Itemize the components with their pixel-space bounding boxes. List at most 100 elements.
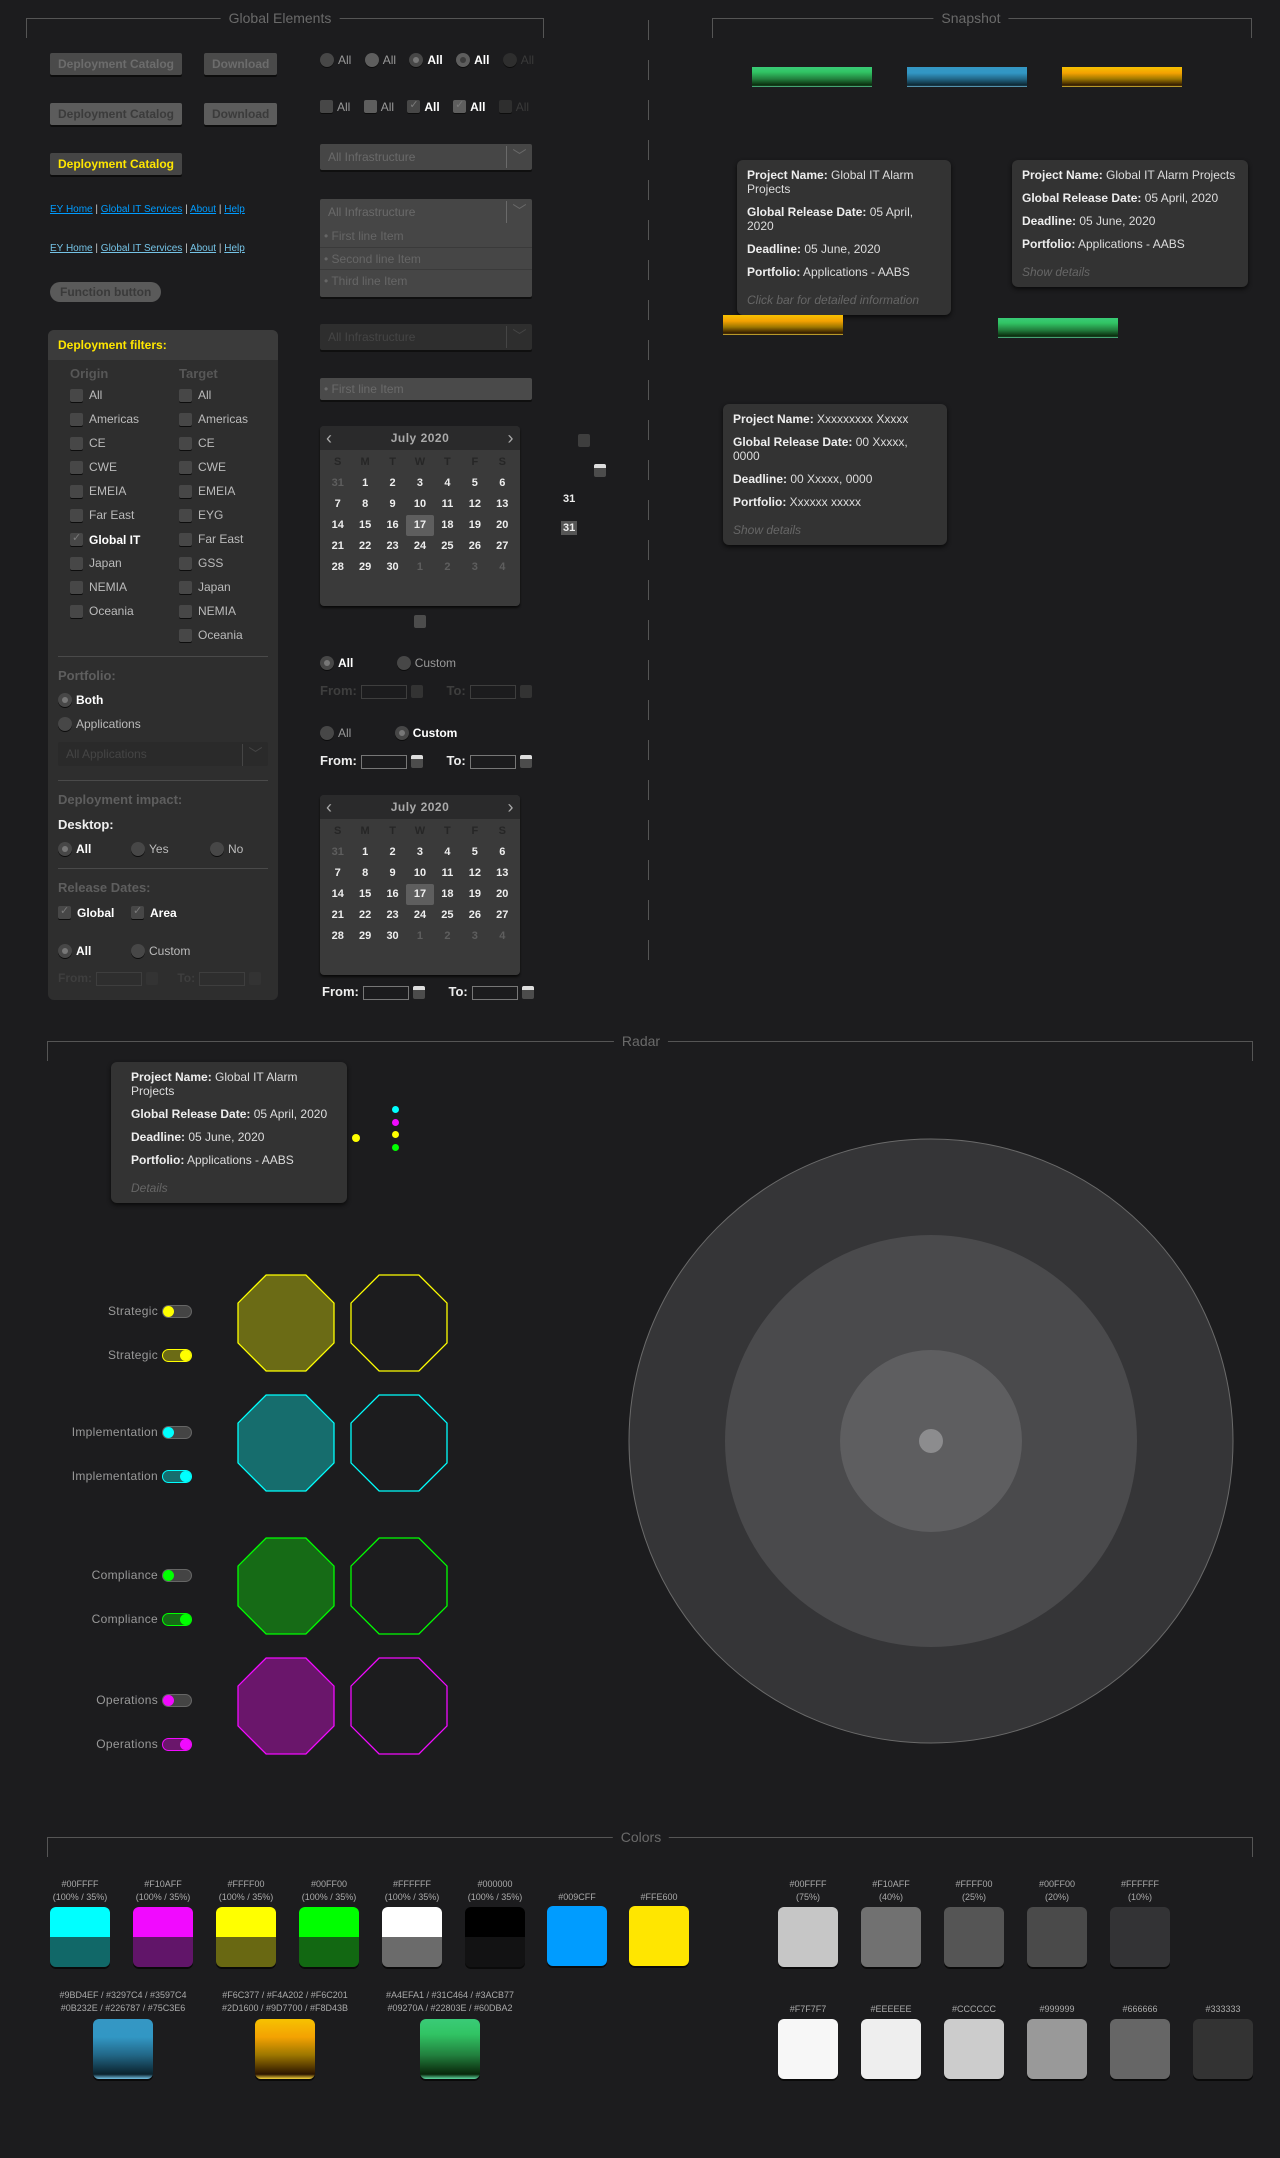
checkbox[interactable] xyxy=(179,557,192,571)
checkbox[interactable] xyxy=(179,533,192,547)
deployment-catalog-button-active[interactable]: Deployment Catalog xyxy=(50,153,183,175)
details-link[interactable]: Details xyxy=(131,1181,337,1195)
toggle-compliance-on[interactable]: Compliance xyxy=(92,1612,192,1627)
calendar-day[interactable]: 8 xyxy=(351,494,378,515)
calendar-day[interactable]: 18 xyxy=(434,515,461,536)
octagon-implementation-filled[interactable] xyxy=(237,1394,335,1492)
filter-option-target[interactable]: Americas xyxy=(179,412,248,427)
calendar-icon-hover[interactable] xyxy=(593,464,606,478)
toggle-implementation-off[interactable]: Implementation xyxy=(72,1425,192,1440)
calendar-day[interactable]: 5 xyxy=(461,473,488,494)
checkbox[interactable] xyxy=(179,605,192,619)
filter-option-target[interactable]: NEMIA xyxy=(179,604,236,619)
calendar-day[interactable]: 24 xyxy=(406,905,433,926)
calendar-day[interactable]: 26 xyxy=(461,905,488,926)
chevron-down-icon[interactable]: ﹀ xyxy=(506,326,532,348)
octagon-operations-filled[interactable] xyxy=(237,1657,335,1755)
checkbox[interactable] xyxy=(70,531,83,547)
infrastructure-dropdown-disabled[interactable]: All Infrastructure ﹀ xyxy=(320,324,532,350)
calendar-day[interactable]: 25 xyxy=(434,536,461,557)
calendar-day[interactable]: 27 xyxy=(489,536,516,557)
calendar-day[interactable]: 19 xyxy=(461,515,488,536)
calendar-picker-open[interactable]: ‹ July 2020 › S M T W T F S 31 1 2 3 4 5 6 7 8 9 10 11 12 13… xyxy=(320,795,520,975)
release-check-area[interactable]: Area xyxy=(131,904,187,920)
filter-option-target[interactable]: CE xyxy=(179,436,215,451)
calendar-day[interactable]: 12 xyxy=(461,494,488,515)
checkbox[interactable] xyxy=(70,461,83,475)
show-details-link[interactable]: Show details xyxy=(733,523,937,537)
checkbox[interactable] xyxy=(179,389,192,403)
calendar-day[interactable]: 23 xyxy=(379,905,406,926)
calendar-day[interactable]: 7 xyxy=(324,494,351,515)
link-ey-home-hover[interactable]: EY Home xyxy=(50,243,93,254)
calendar-day[interactable]: 1 xyxy=(351,842,378,863)
radio-all[interactable] xyxy=(320,725,334,740)
toggle-switch[interactable] xyxy=(162,1426,192,1440)
calendar-day[interactable]: 15 xyxy=(351,884,378,905)
portfolio-option-both[interactable]: Both xyxy=(58,692,113,707)
calendar-day-today[interactable]: 17 xyxy=(406,515,434,536)
filter-option-target[interactable]: Far East xyxy=(179,532,243,547)
checkbox[interactable] xyxy=(179,461,192,475)
calendar-day[interactable]: 3 xyxy=(406,473,433,494)
show-details-link[interactable]: Show details xyxy=(1022,265,1238,279)
octagon-implementation-outline[interactable] xyxy=(350,1394,448,1492)
desktop-option-all[interactable]: All xyxy=(58,841,101,856)
filter-option-target[interactable]: CWE xyxy=(179,460,226,475)
checkbox[interactable] xyxy=(179,485,192,499)
calendar-day[interactable]: 27 xyxy=(489,905,516,926)
calendar-day[interactable]: 30 xyxy=(379,926,406,947)
to-date-input[interactable] xyxy=(471,985,518,1000)
filter-option-target[interactable]: EYG xyxy=(179,508,223,523)
calendar-day[interactable]: 4 xyxy=(489,926,516,947)
toggle-operations-off[interactable]: Operations xyxy=(96,1693,192,1708)
desktop-option-no[interactable]: No xyxy=(210,841,253,856)
function-button[interactable]: Function button xyxy=(50,282,162,302)
calendar-day[interactable]: 31 xyxy=(324,842,351,863)
calendar-day[interactable]: 26 xyxy=(461,536,488,557)
calendar-icon[interactable] xyxy=(519,755,532,769)
calendar-day[interactable]: 21 xyxy=(324,905,351,926)
checkbox[interactable] xyxy=(70,509,83,523)
toggle-strategic-on[interactable]: Strategic xyxy=(108,1348,192,1363)
link-global-it-services-hover[interactable]: Global IT Services xyxy=(101,243,183,254)
dropdown-option[interactable]: • Third line Item xyxy=(320,269,532,291)
calendar-icon[interactable] xyxy=(414,615,426,629)
calendar-day[interactable]: 31 xyxy=(324,473,351,494)
calendar-icon[interactable] xyxy=(521,986,534,1000)
calendar-day[interactable]: 1 xyxy=(351,473,378,494)
calendar-day[interactable]: 3 xyxy=(461,926,488,947)
calendar-day[interactable]: 9 xyxy=(379,863,406,884)
calendar-icon[interactable] xyxy=(410,755,423,769)
calendar-day[interactable]: 10 xyxy=(406,863,433,884)
calendar-day[interactable]: 6 xyxy=(489,842,516,863)
link-help-hover[interactable]: Help xyxy=(224,243,245,254)
calendar-day[interactable]: 25 xyxy=(434,905,461,926)
octagon-strategic-filled[interactable] xyxy=(237,1274,335,1372)
checkbox[interactable] xyxy=(179,437,192,451)
radio-default[interactable] xyxy=(320,52,334,67)
toggle-switch[interactable] xyxy=(162,1613,192,1627)
link-about[interactable]: About xyxy=(190,204,216,215)
calendar-icon-default[interactable] xyxy=(578,434,591,448)
calendar-day[interactable]: 1 xyxy=(406,557,433,578)
calendar-day[interactable]: 2 xyxy=(379,842,406,863)
calendar-day[interactable]: 10 xyxy=(406,494,433,515)
calendar-icon[interactable] xyxy=(412,986,425,1000)
toggle-switch[interactable] xyxy=(162,1738,192,1752)
calendar-day[interactable]: 19 xyxy=(461,884,488,905)
snapshot-bar-gold[interactable] xyxy=(1062,67,1182,87)
release-range-custom[interactable]: Custom xyxy=(131,943,200,958)
calendar-day[interactable]: 2 xyxy=(434,557,461,578)
calendar-day[interactable]: 14 xyxy=(324,515,351,536)
toggle-implementation-on[interactable]: Implementation xyxy=(72,1469,192,1484)
calendar-day[interactable]: 16 xyxy=(379,884,406,905)
checkbox[interactable] xyxy=(70,413,83,427)
calendar-day[interactable]: 11 xyxy=(434,863,461,884)
from-date-input[interactable] xyxy=(362,985,409,1000)
checkbox[interactable] xyxy=(179,413,192,427)
calendar-day[interactable]: 29 xyxy=(351,557,378,578)
prev-month-button[interactable]: ‹ xyxy=(326,426,333,450)
checkbox[interactable] xyxy=(70,557,83,571)
filter-option-target[interactable]: GSS xyxy=(179,556,223,571)
